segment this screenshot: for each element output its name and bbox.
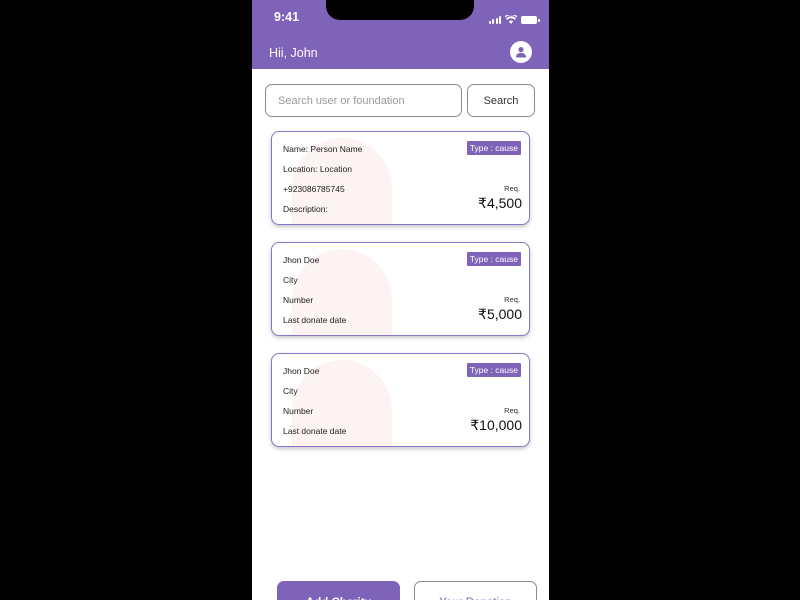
card-description: Description: <box>283 204 328 214</box>
user-icon <box>516 47 526 58</box>
card-city: City <box>283 275 298 285</box>
signal-icon <box>488 16 501 24</box>
card-city: City <box>283 386 298 396</box>
user-avatar-button[interactable] <box>510 41 532 63</box>
required-amount: ₹10,000 <box>470 417 522 433</box>
wifi-icon <box>504 11 518 29</box>
status-time: 9:41 <box>274 10 300 24</box>
your-donation-button[interactable]: Your Donation <box>414 581 537 600</box>
card-number: Number <box>283 406 314 416</box>
type-badge: Type : cause <box>466 363 521 377</box>
required-amount: ₹4,500 <box>478 195 522 211</box>
card-name: Jhon Doe <box>283 255 320 265</box>
req-label: Req. <box>504 184 520 193</box>
phone-screen: 9:41 Hii, John Search Name: Person Name … <box>252 0 549 600</box>
add-charity-button[interactable]: Add Charity <box>277 581 400 600</box>
battery-icon <box>521 16 540 24</box>
charity-card[interactable]: Jhon Doe City Number Last donate date Ty… <box>271 242 530 336</box>
charity-card[interactable]: Name: Person Name Location: Location +92… <box>271 131 530 225</box>
type-badge: Type : cause <box>466 141 521 155</box>
card-number: Number <box>283 295 314 305</box>
card-last-donate-date: Last donate date <box>283 426 347 436</box>
card-name: Jhon Doe <box>283 366 320 376</box>
card-last-donate-date: Last donate date <box>283 315 347 325</box>
req-label: Req. <box>504 295 520 304</box>
greeting-text: Hii, John <box>269 46 318 60</box>
search-button[interactable]: Search <box>467 84 535 117</box>
card-phone: +923086785745 <box>283 184 345 194</box>
status-icons <box>488 11 540 29</box>
app-header: 9:41 Hii, John <box>252 0 549 69</box>
search-input[interactable] <box>265 84 462 117</box>
charity-card[interactable]: Jhon Doe City Number Last donate date Ty… <box>271 353 530 447</box>
type-badge: Type : cause <box>466 252 521 266</box>
card-name: Name: Person Name <box>283 144 363 154</box>
req-label: Req. <box>504 406 520 415</box>
device-notch <box>326 0 474 20</box>
required-amount: ₹5,000 <box>478 306 522 322</box>
card-location: Location: Location <box>283 164 352 174</box>
